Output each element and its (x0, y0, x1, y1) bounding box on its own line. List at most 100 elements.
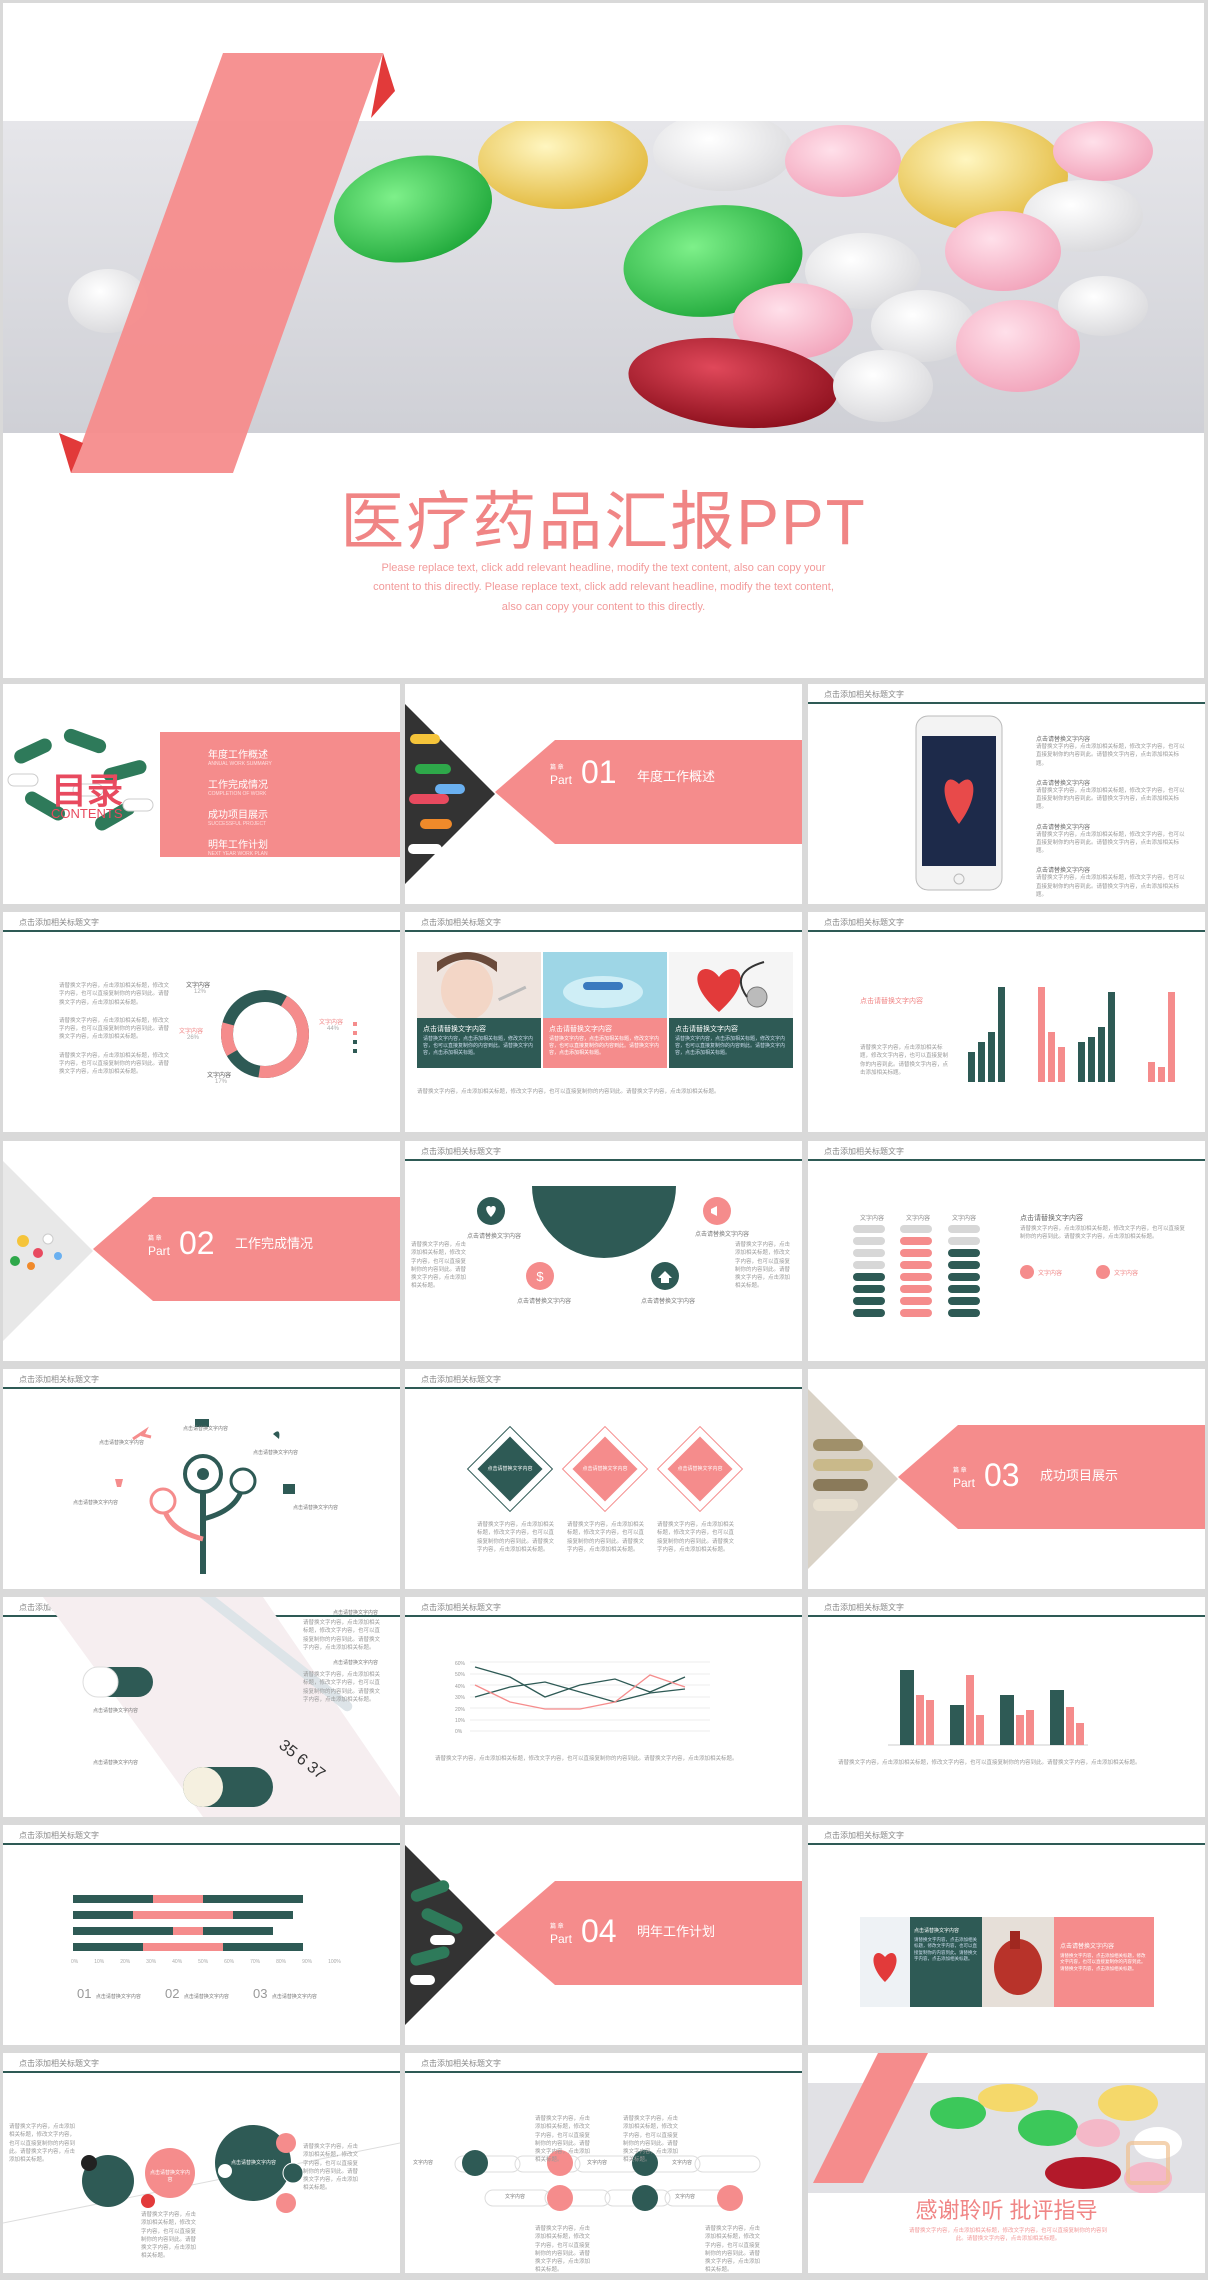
hbar-item-title: 点击请替换文字内容 (95, 1994, 141, 2000)
flow-label: 文字内容 (413, 2160, 434, 2166)
header-divider (405, 1615, 802, 1617)
donut-label-pct: 44% (327, 1026, 340, 1032)
flow-label: 文字内容 (675, 2194, 696, 2200)
part-label: 篇 章 Part (550, 1921, 572, 1948)
phone-slide[interactable]: 点击添加相关标题文字 点击请替换文字内容 请替换文字内容，点击添加相关标题，修改… (808, 684, 1205, 904)
part-number: 01 (581, 754, 617, 790)
y-tick: 10% (455, 1718, 466, 1725)
toc-panel (160, 732, 400, 857)
cover-subtitle-line: also can copy your content to this direc… (501, 600, 706, 613)
part-word: Part (148, 1244, 171, 1258)
part-top: 篇 章 (550, 1924, 564, 1930)
line-chart-slide[interactable]: 点击添加相关标题文字 60% 50% 40% 30% 20% 10% 0% 请替… (405, 1597, 802, 1817)
briefcase-icon (547, 2185, 573, 2211)
closing-text: 感谢聆听 批评指导 (915, 2198, 1098, 2223)
section-slide-02[interactable]: 篇 章 Part 02 工作完成情况 (3, 1141, 400, 1361)
text-item-title: 点击请替换文字内容 (1036, 824, 1091, 831)
lorem-text: 请替换文字内容，点击添加相关标题，修改文字内容，也可以直接复制你的内容到此。请替… (535, 2226, 591, 2273)
donut-label: 文字内容 12% (186, 980, 210, 995)
lorem-text: 请替换文字内容，点击添加相关标题，修改文字内容，也可以直接复制你的内容到此。请替… (435, 1756, 738, 1762)
toc-item[interactable]: 工作完成情况 COMPLETION OF WORK (208, 776, 272, 797)
toc-item-label: 成功项目展示 (208, 810, 268, 821)
toc-title-en: CONTENTS (51, 806, 123, 821)
slide-header: 点击添加相关标题文字 (19, 1375, 99, 1384)
header-divider (808, 702, 1205, 704)
point-label: 点击请替换文字内容 (641, 1299, 696, 1305)
hbar-item-title: 点击请替换文字内容 (183, 1994, 229, 2000)
process-flow-slide[interactable]: 点击添加相关标题文字 文字内容 文字内容 文字内容 文字内容 文字内容 请替换文… (405, 2053, 802, 2273)
eye-icon (197, 1468, 209, 1480)
lorem-text: 请替换文字内容，点击添加相关标题，修改文字内容，也可以直接复制你的内容到此。请替… (908, 2228, 1107, 2243)
caption-title: 点击请替换文字内容 (914, 1928, 960, 1934)
thermo-label: 点击请替换文字内容 (93, 1708, 139, 1714)
capsule-columns-slide[interactable]: 点击添加相关标题文字 文字内容 文字内容 文字内容 点击请替换文字内容 请替换文… (808, 1141, 1205, 1361)
section-slide-01[interactable]: 篇 章 Part 01 年度工作概述 (405, 684, 802, 904)
trophy-icon-circle (141, 2194, 155, 2208)
x-tick: 90% (302, 1959, 313, 1965)
donut-slide[interactable]: 点击添加相关标题文字 请替换文字内容，点击添加相关标题，修改文字内容，也可以直接… (3, 912, 400, 1132)
y-tick: 20% (455, 1706, 466, 1713)
closing-slide[interactable]: 感谢聆听 批评指导 请替换文字内容，点击添加相关标题，修改文字内容，也可以直接复… (808, 2053, 1205, 2273)
briefcase-icon-circle (276, 2193, 296, 2213)
cover-subtitle: Please replace text, click add relevant … (3, 559, 1204, 617)
line-chart (470, 1661, 710, 1732)
donut-label: 文字内容 44% (319, 1017, 343, 1032)
half-circle-slide[interactable]: 点击添加相关标题文字 $ 点击请替换文字内容 点击请替换文字内容 点击请替换文字… (405, 1141, 802, 1361)
rocket-icon (717, 2185, 743, 2211)
slide-header: 点击添加相关标题文字 (421, 918, 501, 927)
pink-slash-decor (59, 53, 395, 473)
text-item-title: 点击请替换文字内容 (1036, 868, 1091, 875)
hbar-item: 02 点击请替换文字内容 (165, 1985, 229, 2003)
badge-label: 文字内容 (1038, 1271, 1063, 1277)
toc-item-label: 明年工作计划 (208, 840, 268, 851)
bar-chart-heading: 点击请替换文字内容 (860, 998, 923, 1005)
three-photo-slide[interactable]: 点击添加相关标题文字 点击请替换文字内容 请替换文字内容，点击添加相关标题，修改文… (405, 912, 802, 1132)
bar-chart (968, 987, 1175, 1082)
column-label: 文字内容 (952, 1216, 977, 1222)
part-top: 篇 章 (550, 765, 564, 771)
part-word: Part (953, 1476, 976, 1490)
x-tick: 100% (328, 1959, 341, 1965)
lorem-text: 请替换文字内容，点击添加相关标题，修改文字内容，也可以直接复制你的内容到此。请替… (535, 2116, 591, 2164)
photo-strip-caption: 点击请替换文字内容 请替换文字内容，点击添加相关标题，修改文字内容，也可以直接复制… (1054, 1917, 1154, 2007)
thermometer-slide[interactable]: 点击添加相关标题文字 35 6 37 点击请替换文字内容 点击请替换文字内容 点… (3, 1597, 400, 1817)
hbar-slide[interactable]: 点击添加相关标题文字 0% 10% 20% 30% 40% 50% 60% 70% 80% 90%… (3, 1825, 400, 2045)
slide-header: 点击添加相关标题文字 (824, 1603, 904, 1612)
circles-slide[interactable]: 点击添加相关标题文字 点击请替换文字内容 点击请替换文字内容 请替换文字内容，点… (3, 2053, 400, 2273)
header-divider (405, 1387, 802, 1389)
tree-infographic-slide[interactable]: 点击添加相关标题文字 点击请替换文字内容 点击请替换文字内容 点击请替换文字内容… (3, 1369, 400, 1589)
x-tick: 50% (198, 1959, 209, 1965)
text-item-body: 请替换文字内容，点击添加相关标题，修改文字内容，也可以直接复制你的内容到此。请替… (1036, 831, 1185, 855)
lorem-text: 请替换文字内容，点击添加相关标题，修改文字内容，也可以直接复制你的内容到此。请替… (477, 1522, 555, 1553)
y-tick: 30% (455, 1695, 466, 1702)
part-word: Part (550, 773, 573, 787)
x-tick: 0% (71, 1959, 79, 1965)
header-divider (808, 930, 1205, 932)
cover-slide[interactable]: 医疗药品汇报PPT Please replace text, click add… (3, 3, 1204, 678)
person-icon (632, 2185, 658, 2211)
grouped-bar-slide[interactable]: 点击添加相关标题文字 请替换文字内容，点击添加相关标题，修改文字内容，也可以直接… (808, 1597, 1205, 1817)
diamond-label: 点击请替换文字内容 (582, 1466, 628, 1472)
phone-mockup (915, 715, 1003, 891)
toc-slide[interactable]: 目录 CONTENTS 年度工作概述 ANNUAL WORK SUMMARY 工作… (3, 684, 400, 904)
section-slide-03[interactable]: 篇 章 Part 03 成功项目展示 (808, 1369, 1205, 1589)
photo-caption: 点击请替换文字内容 请替换文字内容，点击添加相关标题，修改文字内容，也可以直接复制… (543, 1018, 667, 1068)
slide-header: 点击添加相关标题文字 (19, 1831, 99, 1840)
diamonds-slide[interactable]: 点击添加相关标题文字 点击请替换文字内容 点击请替换文字内容 点击请替换文字内容… (405, 1369, 802, 1589)
caption-body: 请替换文字内容，点击添加相关标题，修改文字内容，也可以直接复制你的内容到此。请替… (549, 1036, 660, 1056)
point-label: 点击请替换文字内容 (517, 1299, 572, 1305)
toc-item[interactable]: 年度工作概述 ANNUAL WORK SUMMARY (208, 746, 272, 767)
photo-strip-slide[interactable]: 点击添加相关标题文字 点击请替换文字内容 请替换文字内容，点击添加相关标题，修改文… (808, 1825, 1205, 2045)
lorem-text: 请替换文字内容，点击添加相关标题，修改文字内容，也可以直接复制你的内容到此。请替… (59, 1052, 170, 1076)
green-capsules-photo (405, 1845, 495, 2025)
toc-item[interactable]: 明年工作计划 NEXT YEAR WORK PLAN (208, 836, 272, 857)
section-title: 明年工作计划 (637, 1924, 716, 1939)
tree-label: 点击请替换文字内容 (253, 1450, 299, 1456)
bar-chart-slide[interactable]: 点击添加相关标题文字 点击请替换文字内容 请替换文字内容，点击添加相关标题，修改… (808, 912, 1205, 1132)
lorem-text: 请替换文字内容，点击添加相关标题，修改文字内容，也可以直接复制你的内容到此。请替… (303, 1672, 381, 1703)
donut-text: 请替换文字内容，点击添加相关标题，修改文字内容，也可以直接复制你的内容到此。请替… (59, 982, 169, 1076)
slide-header: 点击添加相关标题文字 (824, 690, 904, 699)
toc-item[interactable]: 成功项目展示 SUCCESSFUL PROJECT (208, 806, 272, 827)
section-slide-04[interactable]: 篇 章 Part 04 明年工作计划 (405, 1825, 802, 2045)
photo-strip-caption: 点击请替换文字内容 请替换文字内容，点击添加相关标题，修改文字内容，也可以直接复制… (910, 1917, 982, 2007)
